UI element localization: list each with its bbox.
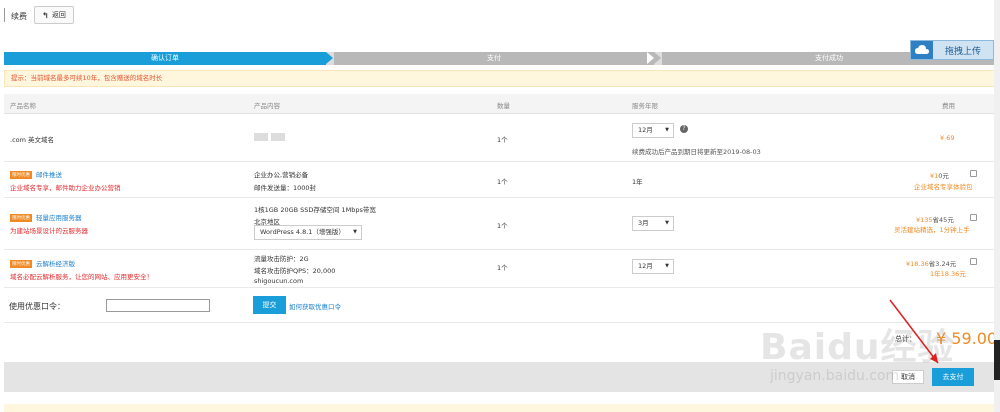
period-value: 3月 xyxy=(638,219,649,227)
product-info: 限时优惠 邮件推送 企业域名专享，邮件助力企业办公营销 xyxy=(10,169,121,192)
notice-bar: 提示：当前域名最多可续10年，包含赠送的域名时长 xyxy=(4,70,996,87)
quantity: 1个 xyxy=(497,178,508,186)
addon-checkbox[interactable] xyxy=(970,170,977,177)
chevron-down-icon: ▼ xyxy=(353,229,357,235)
back-label: 返回 xyxy=(51,11,66,19)
upload-label: 拖拽上传 xyxy=(944,46,981,57)
col-product-name: 产品名称 xyxy=(10,102,36,110)
price-note: 0元 xyxy=(938,172,949,180)
price-note: 省3.24元 xyxy=(928,260,957,268)
step-arrow xyxy=(654,52,661,64)
renewal-page: 续费 ↰ 返回 确认订单 支付 支付成功 拖拽上传 提示：当前域名最多可续10年… xyxy=(0,0,1000,412)
price: ¥18.36省3.24元 xyxy=(906,258,956,268)
promo-badge: 限时优惠 xyxy=(10,171,32,179)
coupon-input[interactable] xyxy=(106,299,210,312)
table-row: .com 英文域名 1个 12月 ▼ ? 续费成功后产品到期日将更新至2019-0… xyxy=(4,114,996,162)
chevron-down-icon: ▼ xyxy=(665,127,669,133)
image-select[interactable]: WordPress 4.8.1（增强版） ▼ xyxy=(254,225,362,240)
annotation-arrow-icon xyxy=(889,299,939,364)
promo-text: 1年18.36元 xyxy=(930,270,966,278)
price: ¥135省45元 xyxy=(916,214,954,224)
table-row: 限时优惠 轻量应用服务器 为建站场景设计的云服务器 1核1GB 20GB SSD存… xyxy=(4,198,996,250)
chevron-down-icon: ▼ xyxy=(665,263,669,269)
addon-checkbox[interactable] xyxy=(970,258,977,265)
quantity: 1个 xyxy=(497,264,508,272)
promo-badge: 限时优惠 xyxy=(10,260,32,268)
col-quantity: 数量 xyxy=(497,102,510,110)
top-bar: 续费 ↰ 返回 xyxy=(0,0,1000,34)
total-band xyxy=(4,322,996,362)
image-select-value: WordPress 4.8.1（增强版） xyxy=(260,228,345,236)
promo-badge: 限时优惠 xyxy=(10,214,32,222)
coupon-submit-button[interactable]: 提交 xyxy=(253,296,286,314)
quantity: 1个 xyxy=(497,222,508,230)
action-bar xyxy=(4,362,996,392)
price-value: ¥135 xyxy=(916,216,933,224)
col-fee: 费用 xyxy=(942,102,955,110)
price-note: 省45元 xyxy=(932,216,954,224)
product-name: .com 英文域名 xyxy=(10,136,55,144)
promo-text: 灵活建站精选，1分钟上手 xyxy=(894,226,970,234)
bottom-notice-strip xyxy=(4,404,996,412)
addon-checkbox[interactable] xyxy=(970,214,977,221)
table-row: 限时优惠 邮件推送 企业域名专享，邮件助力企业办公营销 企业办公,营销必备 邮件发… xyxy=(4,162,996,198)
scrollbar-thumb[interactable] xyxy=(994,340,1000,380)
col-product-content: 产品内容 xyxy=(254,102,280,110)
content-line: 流量攻击防护：2G xyxy=(254,255,309,263)
step-arrow xyxy=(326,52,333,64)
help-icon[interactable]: ? xyxy=(680,124,688,133)
product-desc: 为建站场景设计的云服务器 xyxy=(10,227,88,235)
product-content-blurred xyxy=(254,133,288,141)
period-note: 续费成功后产品到期日将更新至2019-08-03 xyxy=(632,148,761,156)
period: 1年 xyxy=(632,178,643,186)
price: ¥ 69 xyxy=(940,134,955,142)
quantity: 1个 xyxy=(497,136,508,144)
drag-upload-widget[interactable]: 拖拽上传 xyxy=(910,40,994,60)
period-value: 12月 xyxy=(638,126,653,134)
promo-text: 企业域名专享体验包 xyxy=(914,183,973,191)
period-value: 12月 xyxy=(638,262,653,270)
notice-prefix: 提示： xyxy=(11,74,31,82)
coupon-help-link[interactable]: 如何获取优惠口令 xyxy=(289,301,341,311)
product-content: 1核1GB 20GB SSD存储空间 1Mbps带宽 北京地区 xyxy=(254,204,376,226)
product-info: 限时优惠 云解析经济版 域名必配云解析服务，让您的网站、应用更安全！ xyxy=(10,258,153,281)
table-header: 产品名称 产品内容 数量 服务年限 费用 xyxy=(4,94,996,114)
product-desc: 域名必配云解析服务，让您的网站、应用更安全！ xyxy=(10,273,153,281)
step-confirm-order: 确认订单 xyxy=(4,52,326,65)
page-title: 续费 xyxy=(11,12,27,21)
title-divider xyxy=(4,8,5,22)
content-line: 域名攻击防护QPS：20,000 xyxy=(254,267,336,275)
progress-steps: 确认订单 支付 支付成功 xyxy=(4,52,996,65)
price: ¥10元 xyxy=(930,170,949,180)
content-line: 邮件发送量：1000封 xyxy=(254,184,317,192)
product-content: 企业办公,营销必备 邮件发送量：1000封 xyxy=(254,169,316,192)
period-select[interactable]: 12月 ▼ xyxy=(632,259,674,274)
product-info: 限时优惠 轻量应用服务器 为建站场景设计的云服务器 xyxy=(10,212,88,235)
product-name[interactable]: 轻量应用服务器 xyxy=(36,214,82,222)
product-content: 流量攻击防护：2G 域名攻击防护QPS：20,000 shigoucun.com xyxy=(254,253,335,285)
back-button[interactable]: ↰ 返回 xyxy=(34,6,74,24)
period-select[interactable]: 12月 ▼ xyxy=(632,123,674,138)
content-line: shigoucun.com xyxy=(254,277,304,285)
content-line: 企业办公,营销必备 xyxy=(254,171,309,179)
product-desc: 企业域名专享，邮件助力企业办公营销 xyxy=(10,184,121,192)
step-separator xyxy=(647,52,654,64)
table-row: 限时优惠 云解析经济版 域名必配云解析服务，让您的网站、应用更安全！ 流量攻击防护… xyxy=(4,250,996,288)
chevron-down-icon: ▼ xyxy=(665,220,669,226)
coupon-label: 使用优惠口令： xyxy=(9,302,65,311)
period-select[interactable]: 3月 ▼ xyxy=(632,216,674,231)
step-pay: 支付 xyxy=(334,52,654,65)
col-service-period: 服务年限 xyxy=(632,102,658,110)
price-value: ¥18.36 xyxy=(906,260,929,268)
back-arrow-icon: ↰ xyxy=(42,10,49,20)
content-line: 1核1GB 20GB SSD存储空间 1Mbps带宽 xyxy=(254,206,376,214)
cloud-upload-icon xyxy=(911,41,933,59)
notice-text: 当前域名最多可续10年，包含赠送的域名时长 xyxy=(30,74,163,82)
product-name[interactable]: 邮件推送 xyxy=(36,171,62,179)
product-name[interactable]: 云解析经济版 xyxy=(36,260,75,268)
